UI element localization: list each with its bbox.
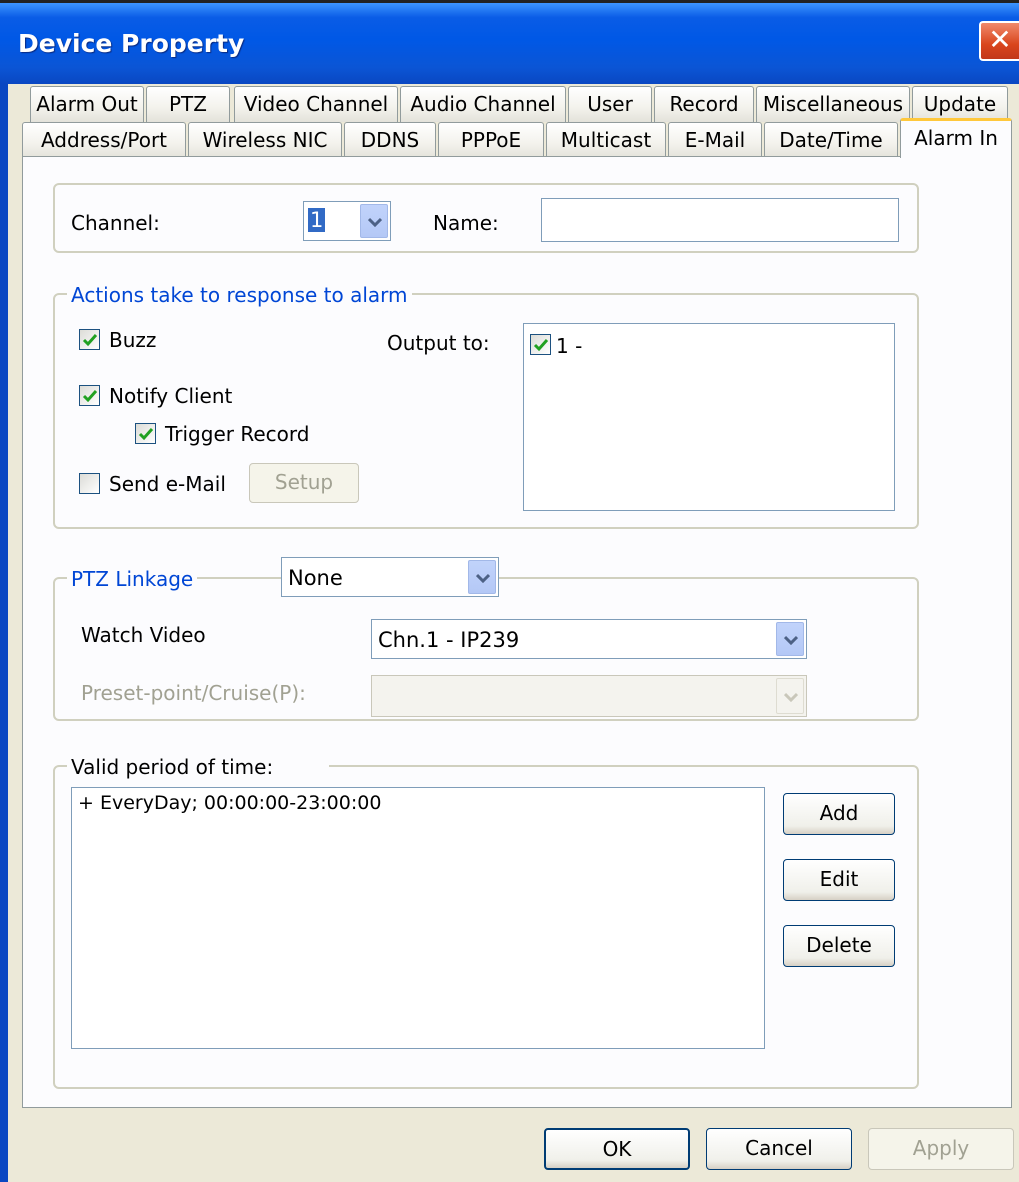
ptz-linkage-select[interactable]: None: [281, 557, 499, 597]
channel-value: 1: [308, 208, 326, 232]
tab-label: E-Mail: [684, 128, 746, 152]
buzz-checkbox[interactable]: [79, 329, 100, 350]
output-1-label: 1 -: [556, 334, 583, 358]
tab-label: PPPoE: [460, 128, 522, 152]
send-email-label: Send e-Mail: [109, 472, 226, 496]
watch-video-select[interactable]: Chn.1 - IP239: [371, 619, 807, 659]
buzz-label: Buzz: [109, 328, 157, 352]
title-bar: Device Property ✕: [0, 0, 1019, 84]
preset-select[interactable]: [371, 675, 807, 717]
cancel-button[interactable]: Cancel: [706, 1128, 852, 1170]
tab-label: DDNS: [360, 128, 420, 152]
tab-update[interactable]: Update: [912, 86, 1008, 122]
add-button[interactable]: Add: [783, 793, 895, 835]
tab-date-time[interactable]: Date/Time: [764, 122, 898, 158]
tab-label: User: [587, 92, 633, 116]
watch-video-label: Watch Video: [81, 623, 206, 647]
window-frame-left: [0, 84, 8, 1182]
check-icon: [82, 390, 98, 403]
tab-label: Multicast: [560, 128, 652, 152]
tab-ptz[interactable]: PTZ: [146, 86, 230, 122]
edit-button-label: Edit: [819, 867, 859, 891]
send-email-checkbox[interactable]: [79, 473, 100, 494]
close-icon: ✕: [988, 23, 1012, 56]
name-input[interactable]: [541, 198, 899, 242]
notify-client-checkbox[interactable]: [79, 385, 100, 406]
chevron-down-icon: [468, 560, 496, 594]
tab-label: Wireless NIC: [202, 128, 328, 152]
period-list[interactable]: + EveryDay; 00:00:00-23:00:00: [71, 787, 765, 1049]
tab-label: Date/Time: [779, 128, 883, 152]
chevron-down-icon: [776, 622, 804, 656]
apply-button[interactable]: Apply: [868, 1128, 1014, 1170]
tab-address-port[interactable]: Address/Port: [22, 122, 186, 158]
ptz-linkage-legend: PTZ Linkage: [67, 567, 198, 591]
tab-label: Record: [669, 92, 739, 116]
output-list[interactable]: 1 -: [523, 323, 895, 511]
delete-button[interactable]: Delete: [783, 925, 895, 967]
ok-button-label: OK: [602, 1137, 632, 1161]
tab-user[interactable]: User: [568, 86, 652, 122]
tab-video-channel[interactable]: Video Channel: [234, 86, 398, 122]
tab-alarm-in[interactable]: Alarm In: [900, 118, 1012, 158]
tab-record[interactable]: Record: [654, 86, 754, 122]
chevron-down-icon: [360, 204, 388, 238]
watch-video-value: Chn.1 - IP239: [378, 628, 520, 652]
tab-label: Alarm In: [914, 126, 998, 150]
tab-email[interactable]: E-Mail: [668, 122, 762, 158]
tab-label: Address/Port: [40, 128, 168, 152]
channel-select[interactable]: 1: [303, 201, 391, 241]
tab-audio-channel[interactable]: Audio Channel: [400, 86, 566, 122]
chevron-down-icon: [776, 678, 804, 714]
setup-button-label: Setup: [274, 470, 334, 494]
check-icon: [533, 339, 549, 352]
check-icon: [82, 334, 98, 347]
tab-miscellaneous[interactable]: Miscellaneous: [756, 86, 910, 122]
tab-alarm-out[interactable]: Alarm Out: [30, 86, 144, 122]
list-item[interactable]: + EveryDay; 00:00:00-23:00:00: [78, 792, 381, 814]
ptz-linkage-value: None: [288, 566, 343, 590]
period-item-text: + EveryDay; 00:00:00-23:00:00: [78, 792, 382, 814]
tab-label: PTZ: [169, 92, 207, 116]
trigger-record-label: Trigger Record: [165, 422, 310, 446]
valid-period-legend: Valid period of time:: [67, 755, 330, 779]
tab-label: Alarm Out: [36, 92, 138, 116]
apply-button-label: Apply: [912, 1136, 970, 1160]
ok-button[interactable]: OK: [544, 1128, 690, 1170]
output-to-label: Output to:: [387, 331, 490, 355]
tab-label: Update: [923, 92, 997, 116]
preset-label: Preset-point/Cruise(P):: [81, 681, 306, 705]
edit-button[interactable]: Edit: [783, 859, 895, 901]
setup-button[interactable]: Setup: [249, 463, 359, 503]
check-icon: [138, 428, 154, 441]
tab-label: Miscellaneous: [762, 92, 904, 116]
output-1-checkbox[interactable]: [530, 334, 551, 355]
trigger-record-checkbox[interactable]: [135, 423, 156, 444]
add-button-label: Add: [819, 801, 859, 825]
notify-client-label: Notify Client: [109, 384, 233, 408]
close-button[interactable]: ✕: [979, 21, 1019, 61]
tab-pppoe[interactable]: PPPoE: [438, 122, 544, 158]
tab-wireless-nic[interactable]: Wireless NIC: [188, 122, 342, 158]
tab-label: Audio Channel: [410, 92, 556, 116]
cancel-button-label: Cancel: [745, 1136, 813, 1160]
delete-button-label: Delete: [806, 933, 872, 957]
actions-legend: Actions take to response to alarm: [67, 283, 412, 307]
window-title: Device Property: [18, 29, 245, 58]
channel-label: Channel:: [71, 211, 160, 235]
tab-ddns[interactable]: DDNS: [344, 122, 436, 158]
alarm-in-panel: Channel: 1 Name: Actions take to respons…: [22, 156, 1012, 1108]
tab-label: Video Channel: [243, 92, 389, 116]
name-label: Name:: [433, 211, 499, 235]
tab-multicast[interactable]: Multicast: [546, 122, 666, 158]
